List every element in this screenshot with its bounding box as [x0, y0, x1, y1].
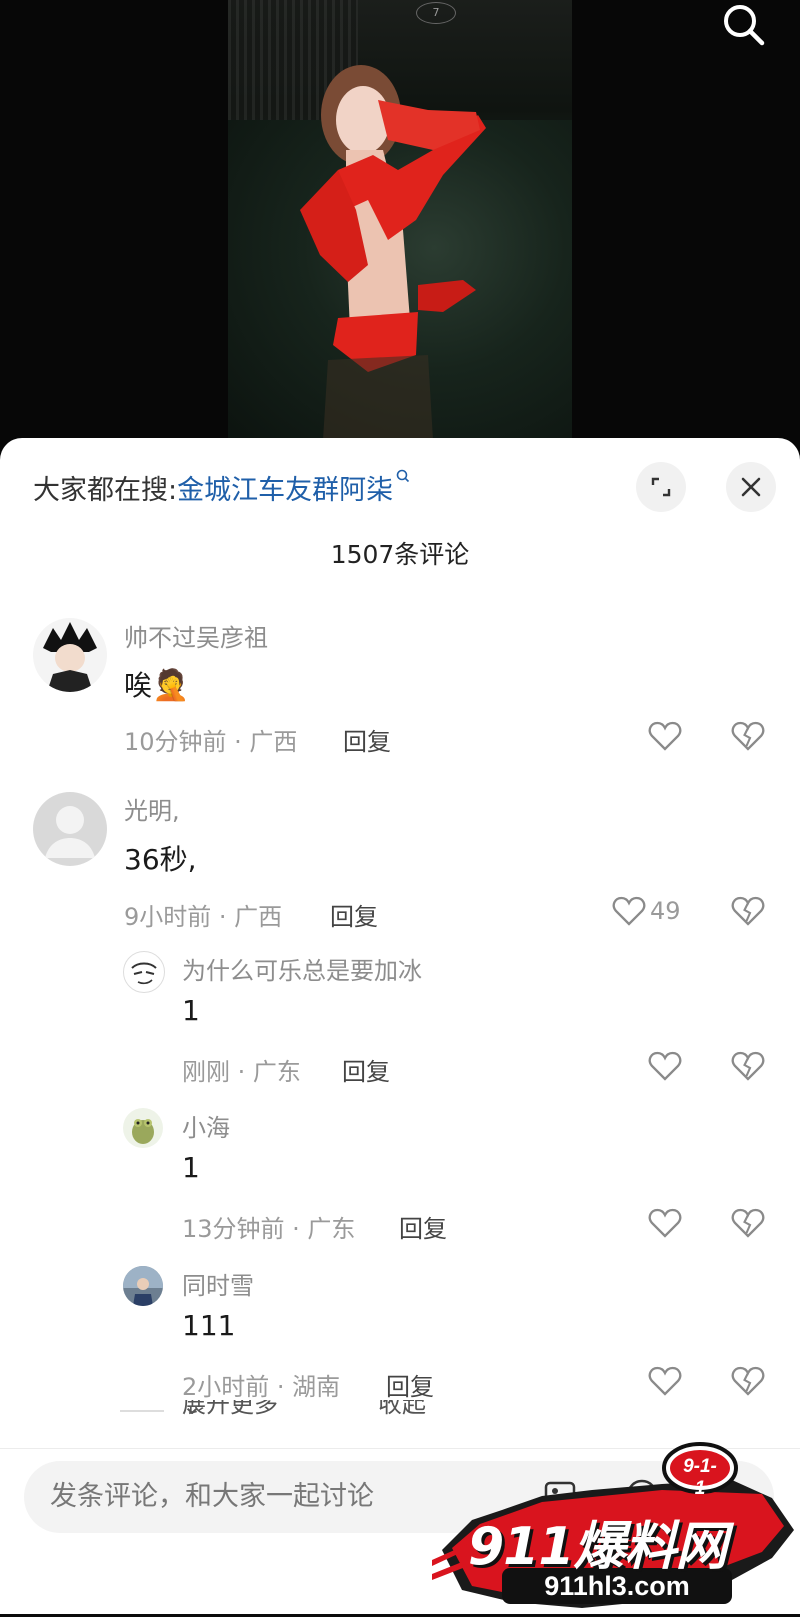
- reply-meta: 2小时前 · 湖南: [182, 1373, 341, 1401]
- broken-heart-icon: [731, 1366, 765, 1396]
- heart-icon: [648, 1208, 682, 1238]
- like-button[interactable]: [648, 1046, 682, 1086]
- dislike-button[interactable]: [731, 1046, 765, 1086]
- avatar[interactable]: [123, 1108, 163, 1148]
- avatar[interactable]: [33, 792, 107, 866]
- reply-meta: 13分钟前 · 广东: [182, 1215, 356, 1243]
- like-button[interactable]: [648, 1361, 682, 1401]
- divider: [120, 1410, 164, 1412]
- like-count: 49: [650, 897, 681, 925]
- reply-button[interactable]: 回复: [343, 722, 391, 757]
- reply-username[interactable]: 同时雪: [182, 1266, 254, 1301]
- comment-text-body: 唉: [124, 669, 153, 702]
- reply-text: 1: [182, 994, 200, 1027]
- comment-meta: 10分钟前 · 广西: [124, 728, 298, 756]
- sketch-avatar-icon: [131, 962, 157, 985]
- reply-meta: 刚刚 · 广东: [182, 1058, 301, 1086]
- search-icon: [724, 5, 765, 46]
- dislike-button[interactable]: [731, 1361, 765, 1401]
- reply-username[interactable]: 为什么可乐总是要加冰: [182, 951, 422, 986]
- search-suggestion[interactable]: 大家都在搜:金城江车友群阿柒: [33, 468, 411, 507]
- thread-controls: 展开更多 ⌄ 收起 ⌃: [120, 1400, 620, 1418]
- comment-sheet: 大家都在搜:金城江车友群阿柒 1507条评论 帅不过吴彦祖 唉🤦 10分钟前 ·…: [0, 438, 800, 1613]
- expand-button[interactable]: [636, 462, 686, 512]
- collapse-button[interactable]: 收起 ⌃: [378, 1400, 426, 1418]
- close-icon: [741, 477, 761, 497]
- default-avatar-icon: [45, 806, 95, 858]
- avatar[interactable]: [33, 618, 107, 692]
- comment-username[interactable]: 帅不过吴彦祖: [124, 618, 268, 653]
- reply-username[interactable]: 小海: [182, 1108, 230, 1143]
- broken-heart-icon: [731, 1051, 765, 1081]
- close-button[interactable]: [726, 462, 776, 512]
- video-frame: 7: [228, 0, 572, 440]
- broken-heart-icon: [731, 721, 765, 751]
- anime-avatar-icon: [43, 622, 97, 692]
- broken-heart-icon: [731, 896, 765, 926]
- suggestion-keyword[interactable]: 金城江车友群阿柒: [177, 475, 393, 506]
- reply-button[interactable]: 回复: [386, 1367, 434, 1402]
- search-icon: [396, 469, 410, 483]
- search-button[interactable]: [718, 0, 770, 50]
- suggestion-prefix: 大家都在搜:: [33, 475, 178, 506]
- reply-button[interactable]: 回复: [399, 1209, 447, 1244]
- frog-avatar-icon: [132, 1119, 154, 1144]
- like-button[interactable]: 49: [612, 891, 681, 931]
- facepalm-emoji: 🤦: [152, 668, 190, 703]
- reply-text: 1: [182, 1151, 200, 1184]
- watermark-badge-text: 9-1-1: [683, 1456, 717, 1499]
- dislike-button[interactable]: [731, 891, 765, 931]
- expand-icon: [651, 477, 671, 497]
- heart-icon: [648, 1051, 682, 1081]
- collapse-label: 收起: [378, 1400, 426, 1418]
- comment-text: 36秒,: [124, 843, 197, 876]
- broken-heart-icon: [731, 1208, 765, 1238]
- watermark-url-text: 911hl3.com: [544, 1571, 690, 1601]
- dislike-button[interactable]: [731, 716, 765, 756]
- photo-avatar-icon: [123, 1266, 163, 1306]
- avatar[interactable]: [123, 951, 165, 993]
- avatar[interactable]: [123, 1266, 163, 1306]
- reply-text: 111: [182, 1309, 236, 1342]
- reply-button[interactable]: 回复: [330, 897, 378, 932]
- heart-icon: [648, 1366, 682, 1396]
- heart-icon: [648, 721, 682, 751]
- comment-username[interactable]: 光明,: [124, 791, 180, 826]
- heart-icon: [612, 896, 646, 926]
- woman-figure: [300, 65, 486, 440]
- dislike-button[interactable]: [731, 1203, 765, 1243]
- expand-more-label: 展开更多: [182, 1400, 278, 1418]
- like-button[interactable]: [648, 716, 682, 756]
- watermark-logo: 9-1-1 911爆料网 911hl3.com: [432, 1440, 800, 1613]
- comment-text: 唉🤦: [124, 664, 189, 704]
- watermark-brand-text: 911爆料网: [468, 1517, 728, 1577]
- comment-meta: 9小时前 · 广西: [124, 903, 283, 931]
- comment-count: 1507条评论: [330, 540, 470, 569]
- expand-more-button[interactable]: 展开更多 ⌄: [182, 1400, 278, 1418]
- video-player[interactable]: 7: [0, 0, 800, 470]
- like-button[interactable]: [648, 1203, 682, 1243]
- reply-button[interactable]: 回复: [342, 1052, 390, 1087]
